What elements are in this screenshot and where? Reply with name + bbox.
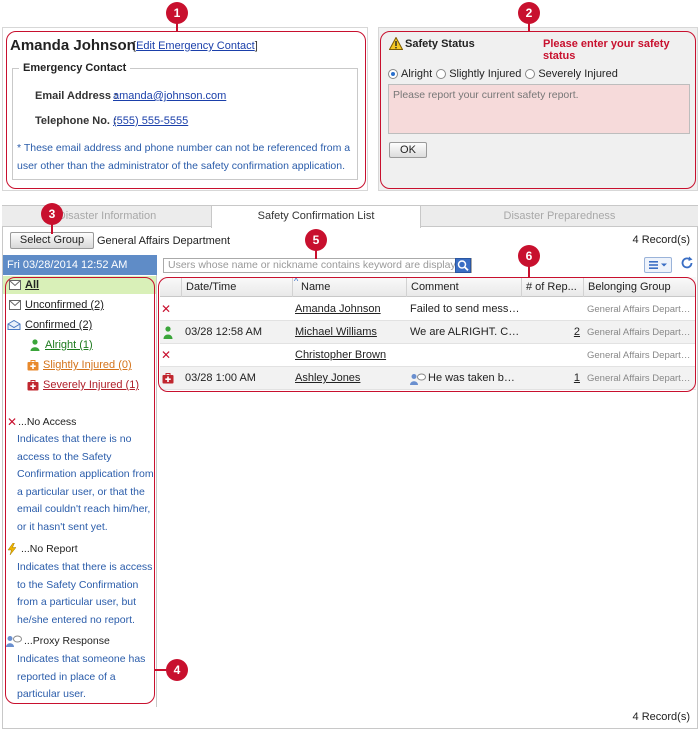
tab-safety-confirmation-list[interactable]: Safety Confirmation List: [211, 206, 421, 228]
tab-disaster-information[interactable]: Disaster Information: [2, 206, 212, 227]
view-options-button[interactable]: [644, 257, 672, 273]
callout-box-2: [380, 31, 696, 189]
record-count-bottom: 4 Record(s): [632, 711, 690, 723]
callout-badge-2: 2: [518, 2, 540, 24]
callout-badge-4: 4: [166, 659, 188, 681]
list-view-icon: [649, 261, 667, 269]
group-name: General Affairs Department: [97, 235, 231, 247]
callout-badge-6: 6: [518, 245, 540, 267]
record-count-top: 4 Record(s): [632, 234, 690, 246]
refresh-icon[interactable]: [680, 256, 694, 272]
search-icon: [457, 260, 469, 271]
callout-badge-1: 1: [166, 2, 188, 24]
tab-disaster-preparedness[interactable]: Disaster Preparedness: [421, 206, 698, 227]
callout-badge-3: 3: [41, 203, 63, 225]
select-group-button[interactable]: Select Group: [10, 232, 94, 249]
callout-box-1: [6, 31, 366, 189]
search-button[interactable]: [455, 258, 471, 273]
callout-box-6: [158, 277, 696, 392]
date-bar: Fri 03/28/2014 12:52 AM: [3, 255, 157, 275]
callout-badge-5: 5: [305, 229, 327, 251]
callout-box-4: [5, 277, 155, 704]
search-input[interactable]: Users whose name or nickname contains ke…: [163, 258, 472, 273]
